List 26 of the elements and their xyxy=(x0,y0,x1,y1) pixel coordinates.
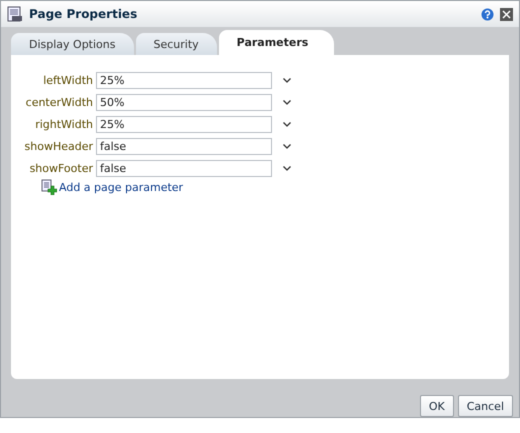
tab[interactable]: Security xyxy=(136,33,217,55)
parameter-field[interactable]: 50% xyxy=(96,94,272,110)
close-icon[interactable] xyxy=(500,8,513,20)
parameter-field[interactable]: 25% xyxy=(96,116,272,132)
document-icon xyxy=(7,6,23,22)
parameter-label: showFooter xyxy=(28,162,93,174)
caret-icon[interactable] xyxy=(283,122,291,126)
tab[interactable]: Parameters xyxy=(218,30,334,55)
caret-icon[interactable] xyxy=(283,166,291,170)
parameter-label: centerWidth xyxy=(24,96,93,108)
dialog-button[interactable]: OK xyxy=(420,395,454,417)
parameter-label: leftWidth xyxy=(42,74,93,86)
tab[interactable]: Display Options xyxy=(11,33,134,55)
window-title: Page Properties xyxy=(29,7,138,21)
caret-icon[interactable] xyxy=(283,100,291,104)
parameter-field[interactable]: 25% xyxy=(96,72,272,88)
parameter-label: showHeader xyxy=(24,140,93,152)
dialog-button[interactable]: Cancel xyxy=(458,395,513,417)
help-icon[interactable] xyxy=(481,8,494,20)
parameter-label: rightWidth xyxy=(34,118,93,130)
add-parameter-link[interactable]: Add a page parameter xyxy=(59,180,184,194)
caret-icon[interactable] xyxy=(283,78,291,82)
add-document-icon[interactable] xyxy=(41,179,57,195)
caret-icon[interactable] xyxy=(283,144,291,148)
parameter-field[interactable]: false xyxy=(96,138,272,154)
parameter-field[interactable]: false xyxy=(96,160,272,176)
